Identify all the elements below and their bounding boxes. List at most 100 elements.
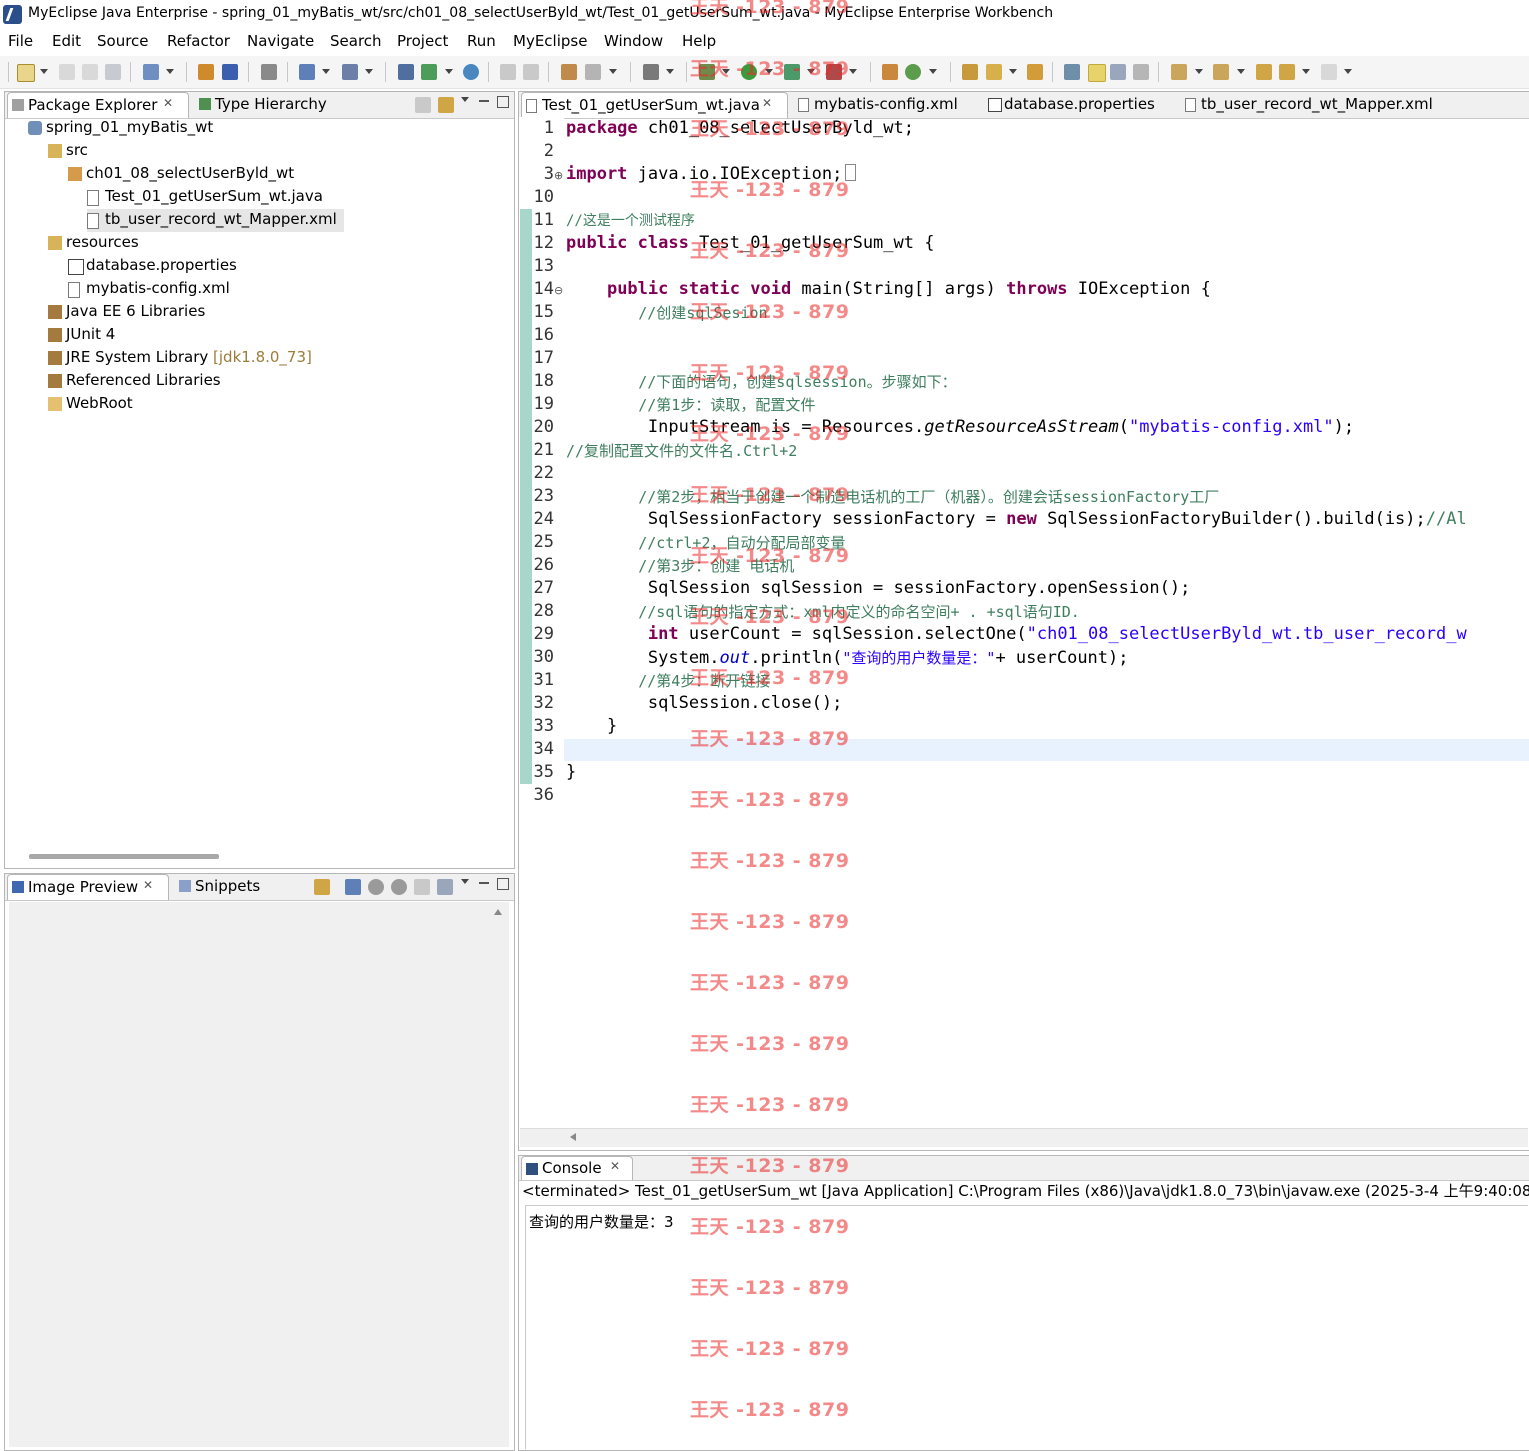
maximize-icon[interactable]: [497, 878, 509, 890]
forward-icon[interactable]: [523, 64, 539, 80]
line-number: 33: [533, 716, 554, 736]
code-line[interactable]: //第1步：读取，配置文件: [566, 394, 815, 415]
print-icon[interactable]: [105, 64, 121, 80]
tab-type-hierarchy[interactable]: Type Hierarchy: [195, 92, 335, 117]
tab-image-preview[interactable]: Image Preview ✕: [7, 874, 169, 900]
new-icon[interactable]: [17, 64, 35, 82]
close-icon[interactable]: ✕: [143, 878, 153, 892]
link-editor-icon[interactable]: [438, 97, 454, 113]
menu-window[interactable]: Window: [604, 32, 663, 50]
menu-search[interactable]: Search: [330, 32, 382, 50]
menu-navigate[interactable]: Navigate: [247, 32, 314, 50]
tab-console[interactable]: Console ✕: [521, 1156, 633, 1180]
code-line[interactable]: SqlSessionFactory sessionFactory = new S…: [566, 509, 1467, 529]
actual-size-icon[interactable]: [414, 879, 430, 895]
code-line[interactable]: }: [566, 762, 576, 782]
view-menu-chevron-down-icon[interactable]: [461, 879, 469, 884]
code-line[interactable]: //这是一个测试程序: [566, 210, 695, 230]
library-icon: [48, 351, 62, 365]
tab-mapper-xml[interactable]: tb_user_record_wt_Mapper.xml: [1181, 92, 1451, 117]
fold-expand-icon[interactable]: ⊕: [554, 169, 563, 182]
server-icon[interactable]: [261, 64, 277, 80]
watermark: 王天 -123 - 879: [690, 1033, 850, 1055]
block-select-icon[interactable]: [1110, 64, 1126, 80]
zoom-in-icon[interactable]: [391, 879, 407, 895]
zoom-out-icon[interactable]: [368, 879, 384, 895]
menu-project[interactable]: Project: [397, 32, 448, 50]
new-package-icon[interactable]: [882, 64, 898, 80]
tree-item-mapper-xml[interactable]: tb_user_record_wt_Mapper.xml: [87, 209, 344, 232]
tab-database-properties[interactable]: database.properties: [984, 92, 1174, 117]
open-type-icon[interactable]: [198, 64, 214, 80]
line-number: 12: [533, 233, 554, 253]
collapse-all-icon[interactable]: [415, 97, 431, 113]
show-whitespace-icon[interactable]: [1133, 64, 1149, 80]
nav-forward-icon[interactable]: [1321, 64, 1337, 80]
open-task-icon[interactable]: [1027, 64, 1043, 80]
myeclipse-logo-icon: [3, 5, 22, 24]
view-menu-chevron-down-icon[interactable]: [461, 97, 469, 102]
sync-icon[interactable]: [314, 879, 330, 895]
browser-icon[interactable]: [463, 64, 479, 80]
next-annotation-icon[interactable]: [1171, 64, 1187, 80]
minimize-icon[interactable]: [479, 878, 489, 884]
fold-collapse-icon[interactable]: ⊖: [554, 284, 563, 297]
close-icon[interactable]: ✕: [762, 96, 772, 110]
wand-icon[interactable]: [986, 64, 1002, 80]
scroll-up-icon[interactable]: [494, 909, 502, 915]
tab-snippets[interactable]: Snippets: [175, 874, 275, 899]
line-number: 20: [533, 417, 554, 437]
jre-version-hint: [jdk1.8.0_73]: [213, 348, 312, 366]
close-icon[interactable]: ✕: [163, 96, 173, 110]
line-number: 19: [533, 394, 554, 414]
menu-myeclipse[interactable]: MyEclipse: [513, 32, 587, 50]
tab-package-explorer[interactable]: Package Explorer ✕: [7, 92, 189, 118]
code-line[interactable]: SqlSession sqlSession = sessionFactory.o…: [566, 578, 1190, 598]
last-edit-icon[interactable]: [1256, 64, 1272, 80]
nav-back-icon[interactable]: [1279, 64, 1295, 80]
code-line[interactable]: }: [566, 716, 617, 736]
code-line[interactable]: sqlSession.close();: [566, 693, 842, 713]
new-wizard-icon[interactable]: [143, 64, 159, 80]
horizontal-scrollbar[interactable]: [29, 854, 219, 859]
save-icon[interactable]: [59, 64, 75, 80]
watermark: 王天 -123 - 879: [690, 972, 850, 994]
build-icon[interactable]: [561, 64, 577, 80]
search-icon[interactable]: [342, 64, 358, 80]
deploy-icon[interactable]: [299, 64, 315, 80]
menu-edit[interactable]: Edit: [52, 32, 81, 50]
fit-image-icon[interactable]: [345, 879, 361, 895]
menu-source[interactable]: Source: [97, 32, 149, 50]
rotate-icon[interactable]: [437, 879, 453, 895]
menu-refactor[interactable]: Refactor: [167, 32, 230, 50]
save-all-icon[interactable]: [82, 64, 98, 80]
close-icon[interactable]: ✕: [610, 1159, 620, 1173]
image-preview-panel: Image Preview ✕ Snippets: [4, 873, 515, 1451]
menu-help[interactable]: Help: [682, 32, 716, 50]
menu-run[interactable]: Run: [467, 32, 496, 50]
xml-file-icon: [798, 98, 809, 112]
highlight-icon[interactable]: [1088, 64, 1106, 82]
camera-icon[interactable]: [643, 64, 659, 80]
maximize-icon[interactable]: [497, 96, 509, 108]
open-folder-icon[interactable]: [962, 64, 978, 80]
menu-file[interactable]: File: [8, 32, 33, 50]
code-line[interactable]: //第2步，相当于创建一个制造电话机的工厂（机器）。创建会话sessionFac…: [566, 486, 1219, 507]
new-class-icon[interactable]: [905, 64, 921, 80]
refresh-icon[interactable]: [585, 64, 601, 80]
previous-annotation-icon[interactable]: [1213, 64, 1229, 80]
scroll-left-icon[interactable]: [570, 1133, 576, 1141]
open-resource-icon[interactable]: [222, 64, 238, 80]
annotation-icon[interactable]: [1064, 64, 1080, 80]
watermark: 王天 -123 - 879: [690, 1094, 850, 1116]
console-output-area[interactable]: [525, 1205, 1528, 1449]
run-server-icon[interactable]: [421, 64, 437, 80]
editor-horizontal-scrollbar[interactable]: [520, 1128, 1528, 1147]
code-line[interactable]: public static void main(String[] args) t…: [566, 279, 1211, 299]
debug-server-icon[interactable]: [398, 64, 414, 80]
hierarchy-icon: [199, 98, 211, 110]
code-line[interactable]: InputStream is = Resources.getResourceAs…: [566, 417, 1354, 437]
back-icon[interactable]: [500, 64, 516, 80]
minimize-icon[interactable]: [479, 96, 489, 102]
line-number: 27: [533, 578, 554, 598]
